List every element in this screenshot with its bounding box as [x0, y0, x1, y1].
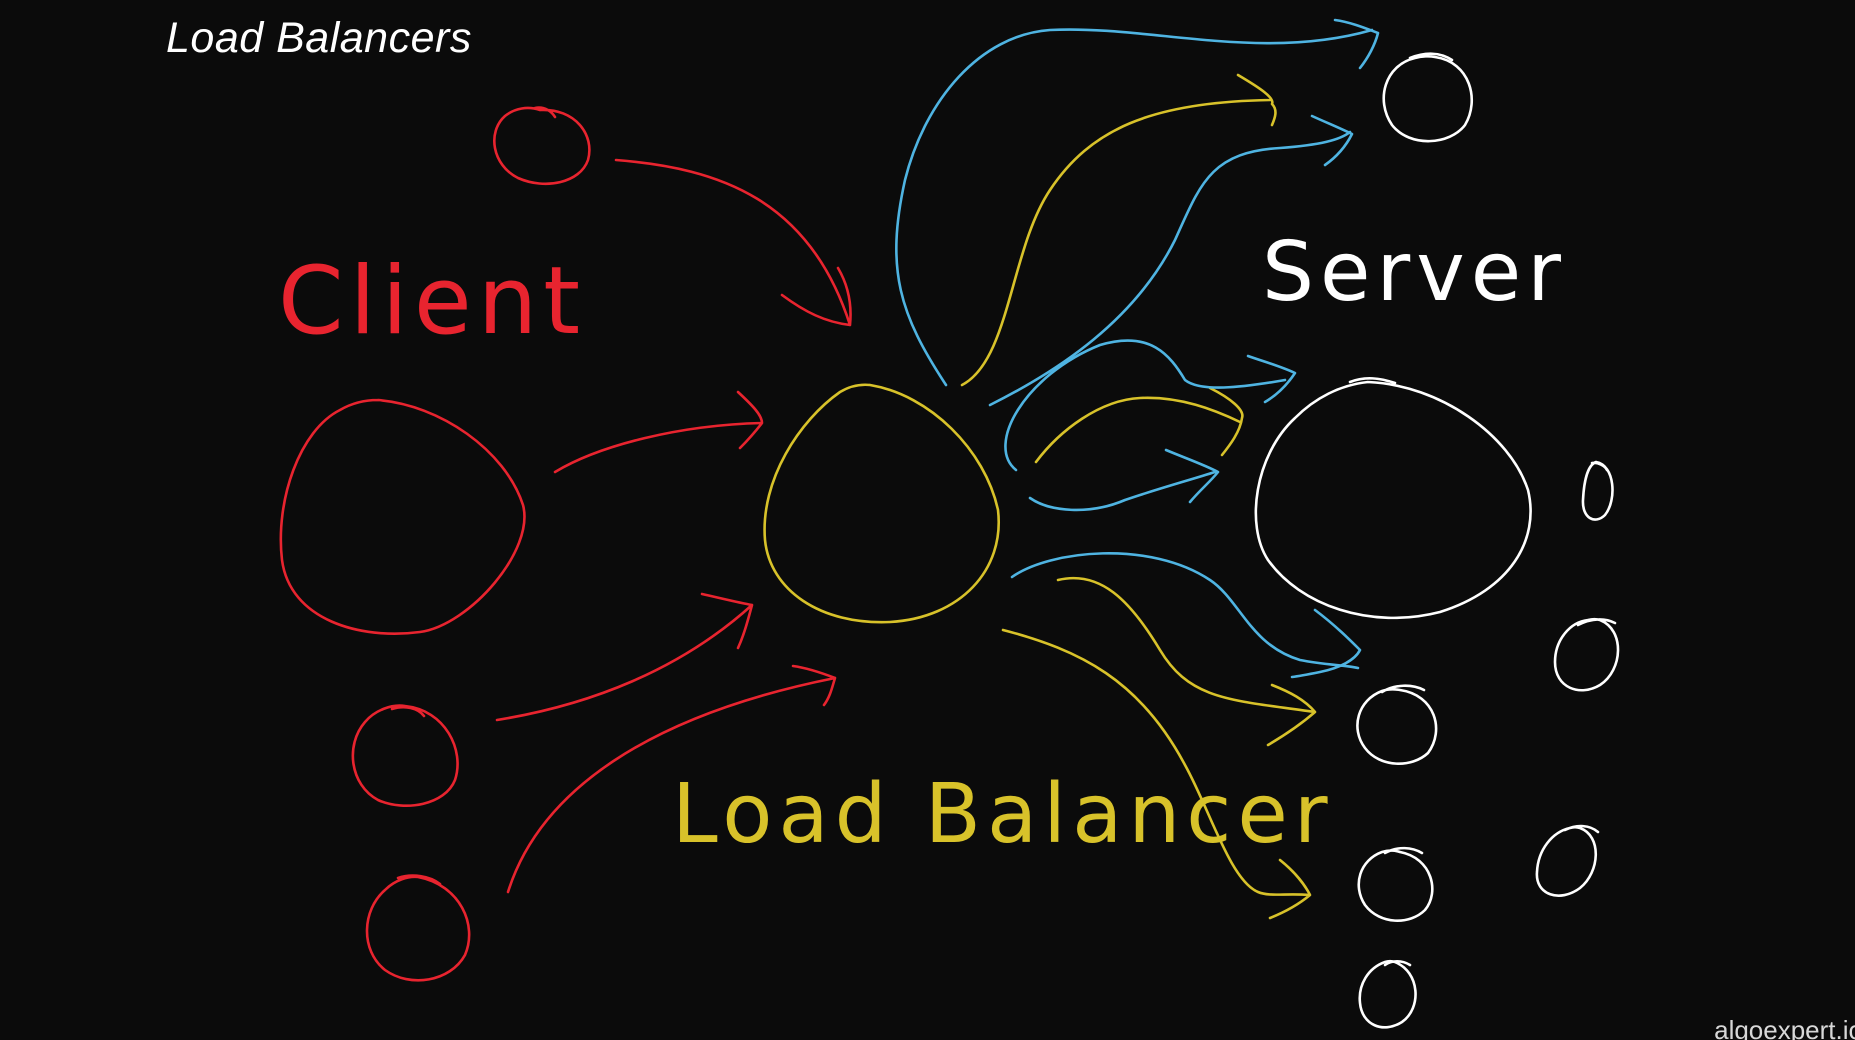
server-node [1356, 684, 1438, 765]
request-arrow [553, 390, 764, 474]
client-node [493, 106, 591, 186]
traffic-arrow [1028, 448, 1220, 512]
load-balancer-label: Load Balancer [672, 767, 1334, 862]
server-node [1581, 460, 1614, 521]
server-node [1535, 824, 1600, 897]
load-balancer-node [763, 383, 1001, 624]
request-arrow [614, 158, 852, 327]
server-label: Server [1262, 225, 1567, 320]
watermark: algoexpert.io [1714, 1015, 1855, 1040]
traffic-arrow [895, 18, 1380, 387]
route-arrow [960, 73, 1277, 387]
servers-group [1254, 52, 1620, 1029]
server-node [1358, 959, 1417, 1029]
client-node [279, 398, 526, 635]
client-node [351, 704, 459, 807]
diagram-canvas: Load Balancers Client Load Balancer Serv… [0, 0, 1855, 1040]
request-arrow [495, 592, 754, 722]
traffic-paths-group [895, 18, 1380, 679]
traffic-arrow [1004, 339, 1297, 472]
load-balancer-group [763, 383, 1001, 624]
server-node [1254, 377, 1532, 620]
load-balancer-diagram: Client Load Balancer Server [278, 18, 1620, 1029]
server-node [1553, 617, 1620, 692]
server-node [1357, 846, 1434, 922]
route-arrow [1056, 576, 1317, 747]
server-node [1382, 52, 1473, 143]
client-label: Client [278, 247, 586, 356]
client-node [365, 874, 471, 982]
route-arrow [1034, 386, 1244, 464]
traffic-arrow [1010, 552, 1362, 679]
clients-group [279, 106, 591, 982]
